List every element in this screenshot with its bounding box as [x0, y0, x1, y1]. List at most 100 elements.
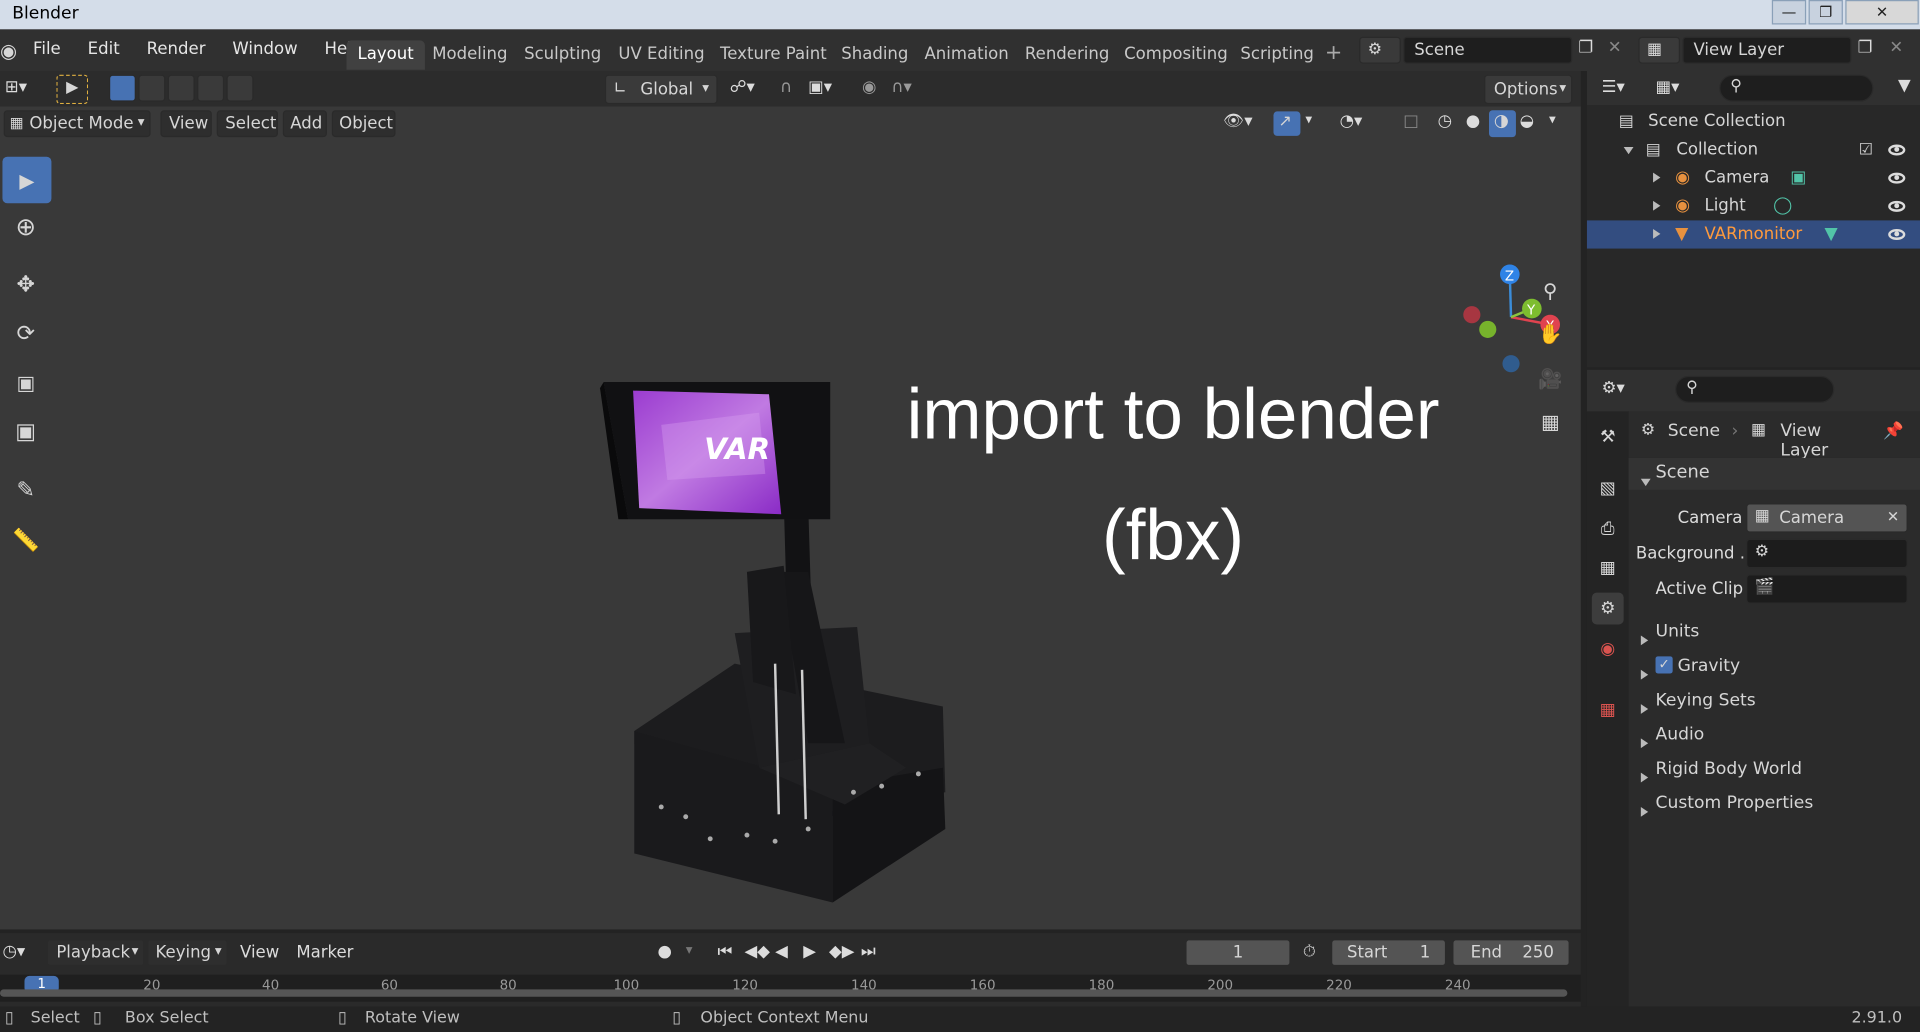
menu-file[interactable]: File — [33, 39, 61, 59]
world-tab-icon[interactable]: ◉ — [1592, 633, 1624, 665]
outliner-scene-collection[interactable]: ▤ Scene Collection — [1587, 108, 1920, 136]
keying-sets-section[interactable]: Keying Sets — [1629, 686, 1920, 718]
select-invert-icon[interactable] — [197, 74, 225, 102]
expand-varmonitor-icon[interactable] — [1653, 228, 1661, 239]
select-box-tool-icon[interactable]: ▶ — [2, 156, 52, 204]
view-layer-field[interactable]: View Layer — [1682, 36, 1852, 64]
material-preview-shading-icon[interactable]: ◑ — [1488, 110, 1516, 138]
output-tab-icon[interactable]: ⎙ — [1592, 513, 1624, 545]
gravity-checkbox[interactable]: ✓ — [1655, 656, 1673, 674]
falloff-icon[interactable]: ∩▾ — [891, 77, 911, 97]
playback-menu[interactable]: Playback ▾ — [46, 939, 145, 967]
select-new-icon[interactable] — [108, 74, 136, 102]
new-view-layer-icon[interactable]: ❐ — [1858, 38, 1873, 58]
wireframe-shading-icon[interactable]: ◷ — [1438, 111, 1452, 131]
timeline-editor-type-icon[interactable]: ◷▾ — [2, 942, 25, 962]
select-tool-icon[interactable]: ▶ — [56, 74, 89, 105]
preview-range-icon[interactable]: ⏱ — [1303, 942, 1316, 962]
play-icon[interactable]: ▶ — [803, 942, 816, 962]
move-tool-icon[interactable]: ✥ — [0, 261, 51, 308]
pivot-point-icon[interactable]: ☍▾ — [730, 77, 755, 97]
tab-uv-editing[interactable]: UV Editing — [607, 40, 715, 69]
options-dropdown[interactable]: Options ▾ — [1484, 74, 1573, 105]
menu-window[interactable]: Window — [232, 39, 297, 59]
record-icon[interactable]: ● — [658, 942, 672, 962]
var-monitor-model[interactable] — [600, 382, 946, 903]
editor-type-icon[interactable]: ⊞▾ — [5, 77, 27, 97]
render-tab-icon[interactable]: ▧ — [1592, 473, 1624, 505]
tab-sculpting[interactable]: Sculpting — [513, 40, 612, 69]
gravity-section[interactable]: ✓ Gravity — [1629, 651, 1920, 683]
zoom-view-icon[interactable]: ⚲ — [1525, 267, 1576, 314]
marker-menu[interactable]: Marker — [296, 943, 353, 963]
scene-panel-header[interactable]: Scene — [1628, 457, 1920, 490]
blender-logo-icon[interactable]: ◉ — [0, 39, 17, 62]
rotate-tool-icon[interactable]: ⟳ — [0, 310, 51, 357]
varmonitor-visibility-eye-icon[interactable] — [1888, 228, 1906, 241]
display-mode-icon[interactable]: ▦▾ — [1656, 77, 1680, 97]
tab-modeling[interactable]: Modeling — [421, 40, 518, 69]
tab-texture-paint[interactable]: Texture Paint — [709, 40, 838, 69]
menu-edit[interactable]: Edit — [88, 39, 120, 59]
transform-orientation-dropdown[interactable]: ∟ Global ▾ — [604, 74, 718, 105]
scale-tool-icon[interactable]: ▣ — [0, 359, 51, 406]
delete-scene-icon[interactable]: ✕ — [1608, 38, 1622, 58]
expand-collection-icon[interactable] — [1623, 146, 1634, 155]
jump-end-icon[interactable]: ⏭ — [861, 942, 876, 962]
outliner-item-camera[interactable]: ◉ Camera ▣ — [1587, 164, 1920, 192]
jump-start-icon[interactable]: ⏮ — [718, 942, 733, 962]
current-frame-field[interactable]: 1 — [1185, 939, 1291, 967]
select-extend-icon[interactable] — [138, 74, 166, 102]
camera-field[interactable]: ▦ Camera ✕ — [1746, 503, 1908, 533]
timeline-scrollbar[interactable] — [0, 989, 1568, 997]
minimize-button[interactable]: — — [1771, 0, 1807, 25]
texture-tab-icon[interactable]: ▦ — [1592, 694, 1624, 726]
properties-editor-type-icon[interactable]: ⚙▾ — [1602, 378, 1625, 398]
mesh-data-icon[interactable]: ▼ — [1825, 220, 1838, 248]
new-scene-icon[interactable]: ❐ — [1578, 38, 1593, 58]
record-dropdown-icon[interactable]: ▾ — [686, 942, 693, 958]
annotate-tool-icon[interactable]: ✎ — [0, 467, 51, 514]
visibility-selectability-icon[interactable]: 👁▾ — [1223, 111, 1252, 131]
scene-name-field[interactable]: Scene — [1403, 36, 1573, 64]
camera-visibility-eye-icon[interactable] — [1888, 172, 1906, 184]
select-menu[interactable]: Select — [216, 110, 278, 138]
3d-viewport[interactable]: VAR import to blender (fbx) Z X Y ▶ ⊕ ✥ … — [0, 106, 1581, 930]
gizmo-dropdown-icon[interactable]: ▾ — [1305, 111, 1312, 127]
outliner-item-light[interactable]: ◉ Light ◯ — [1587, 192, 1920, 220]
add-menu[interactable]: Add — [282, 110, 327, 138]
scene-tab-icon[interactable]: ⚙ — [1591, 592, 1624, 625]
custom-properties-section[interactable]: Custom Properties — [1629, 789, 1920, 821]
tab-rendering[interactable]: Rendering — [1014, 40, 1120, 69]
add-workspace-icon[interactable]: + — [1325, 40, 1342, 64]
clear-camera-icon[interactable]: ✕ — [1887, 508, 1899, 525]
measure-tool-icon[interactable]: 📏 — [0, 517, 51, 564]
overlays-icon[interactable]: ◔▾ — [1340, 111, 1363, 131]
pin-icon[interactable]: 📌 — [1883, 421, 1904, 441]
filter-icon[interactable]: ▼ — [1898, 76, 1911, 96]
outliner-collection[interactable]: ▤ Collection ☑ — [1587, 136, 1920, 164]
frame-ruler[interactable]: 1 20 40 60 80 100 120 140 160 180 200 22… — [0, 974, 1581, 1002]
active-clip-field[interactable]: 🎬 — [1746, 574, 1908, 604]
expand-camera-icon[interactable] — [1653, 172, 1661, 183]
prev-keyframe-icon[interactable]: ◀◆ — [744, 942, 769, 962]
start-frame-field[interactable]: Start 1 — [1331, 939, 1447, 967]
pan-view-hand-icon[interactable]: ✋ — [1525, 310, 1576, 357]
tab-compositing[interactable]: Compositing — [1113, 40, 1239, 69]
play-reverse-icon[interactable]: ◀ — [775, 942, 788, 962]
snap-icon[interactable]: ∩ — [780, 77, 792, 97]
camera-view-icon[interactable]: 🎥 — [1525, 355, 1576, 402]
select-subtract-icon[interactable] — [167, 74, 195, 102]
collapse-scene-icon[interactable] — [1640, 478, 1651, 487]
tool-tab-icon[interactable]: ⚒ — [1592, 421, 1624, 453]
tab-layout[interactable]: Layout — [346, 40, 425, 70]
background-scene-field[interactable]: ⚙ — [1746, 538, 1908, 569]
view-layer-selector-button[interactable]: ▦ — [1638, 36, 1681, 64]
units-section[interactable]: Units — [1629, 617, 1920, 649]
outliner-editor-type-icon[interactable]: ☰▾ — [1602, 77, 1625, 97]
menu-render[interactable]: Render — [147, 39, 206, 59]
tab-shading[interactable]: Shading — [830, 40, 919, 69]
properties-search-input[interactable]: ⚲ — [1675, 375, 1835, 403]
timeline-view-menu[interactable]: View — [240, 943, 279, 963]
close-window-button[interactable]: ✕ — [1845, 0, 1919, 25]
